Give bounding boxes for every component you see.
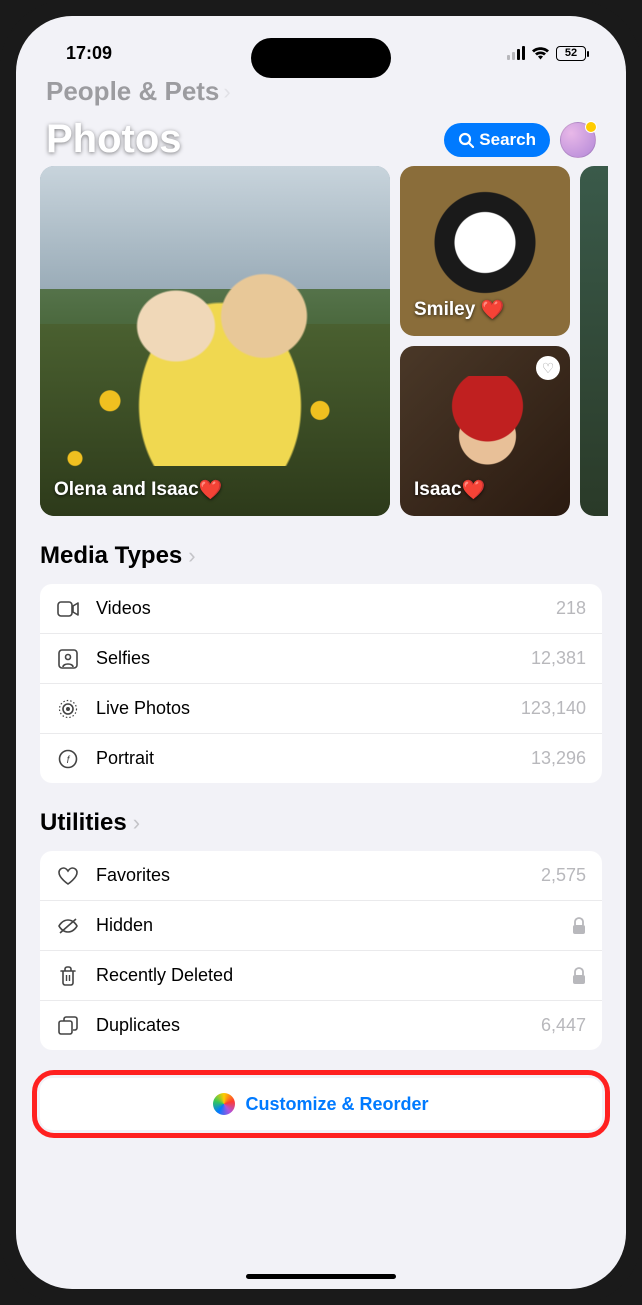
live-photo-icon [56, 699, 80, 719]
device-frame: 17:09 52 People & Pets › Photo [0, 0, 642, 1305]
notification-dot [585, 121, 597, 133]
row-selfies[interactable]: Selfies 12,381 [40, 634, 602, 684]
count: 2,575 [541, 865, 586, 886]
chevron-right-icon: › [223, 79, 230, 105]
count: 13,296 [531, 748, 586, 769]
section-media-types: Media Types › Videos 218 [16, 516, 626, 783]
favorite-icon: ♡ [536, 356, 560, 380]
hidden-icon [56, 917, 80, 935]
section-title-people-pets[interactable]: People & Pets › [46, 76, 596, 107]
row-favorites[interactable]: Favorites 2,575 [40, 851, 602, 901]
album-smiley[interactable]: Smiley ❤️ [400, 166, 570, 336]
status-time: 17:09 [66, 43, 112, 64]
status-right: 52 [507, 46, 586, 61]
section-header-utilities[interactable]: Utilities › [40, 809, 602, 837]
heart-icon [56, 867, 80, 885]
battery-level: 52 [565, 47, 577, 59]
trash-icon [56, 966, 80, 986]
row-videos[interactable]: Videos 218 [40, 584, 602, 634]
search-button[interactable]: Search [444, 123, 550, 157]
screen: 17:09 52 People & Pets › Photo [16, 16, 626, 1289]
count: 6,447 [541, 1015, 586, 1036]
row-hidden[interactable]: Hidden [40, 901, 602, 951]
lock-icon [572, 967, 586, 985]
wifi-icon [531, 46, 550, 60]
battery-icon: 52 [556, 46, 586, 61]
section-header-media-types[interactable]: Media Types › [40, 542, 602, 570]
count: 12,381 [531, 648, 586, 669]
row-duplicates[interactable]: Duplicates 6,447 [40, 1001, 602, 1050]
video-icon [56, 601, 80, 617]
chevron-right-icon: › [133, 810, 140, 836]
profile-avatar[interactable] [560, 122, 596, 158]
album-label: Isaac❤️ [414, 478, 485, 502]
albums-row[interactable]: Olena and Isaac❤️ Smiley ❤️ ♡ Isaac❤️ [16, 166, 626, 516]
row-recently-deleted[interactable]: Recently Deleted [40, 951, 602, 1001]
home-indicator[interactable] [246, 1274, 396, 1279]
search-icon [458, 132, 474, 148]
count: 218 [556, 598, 586, 619]
selfie-icon [56, 649, 80, 669]
count: 123,140 [521, 698, 586, 719]
portrait-icon: f [56, 749, 80, 769]
customize-reorder-button[interactable]: Customize & Reorder [40, 1078, 602, 1130]
svg-text:f: f [67, 755, 71, 766]
row-live-photos[interactable]: Live Photos 123,140 [40, 684, 602, 734]
album-isaac[interactable]: ♡ Isaac❤️ [400, 346, 570, 516]
content-area: 17:09 52 People & Pets › Photo [16, 16, 626, 1289]
photos-app-icon [213, 1093, 235, 1115]
row-portrait[interactable]: f Portrait 13,296 [40, 734, 602, 783]
dynamic-island [251, 38, 391, 78]
cellular-icon [507, 46, 525, 60]
chevron-right-icon: › [188, 543, 195, 569]
lock-icon [572, 917, 586, 935]
section-utilities: Utilities › Favorites 2,575 [16, 783, 626, 1050]
album-olena-isaac[interactable]: Olena and Isaac❤️ [40, 166, 390, 516]
album-next[interactable] [580, 166, 608, 516]
album-label: Smiley ❤️ [414, 298, 504, 322]
duplicates-icon [56, 1016, 80, 1036]
page-title: Photos [46, 117, 182, 162]
album-label: Olena and Isaac❤️ [54, 478, 222, 502]
